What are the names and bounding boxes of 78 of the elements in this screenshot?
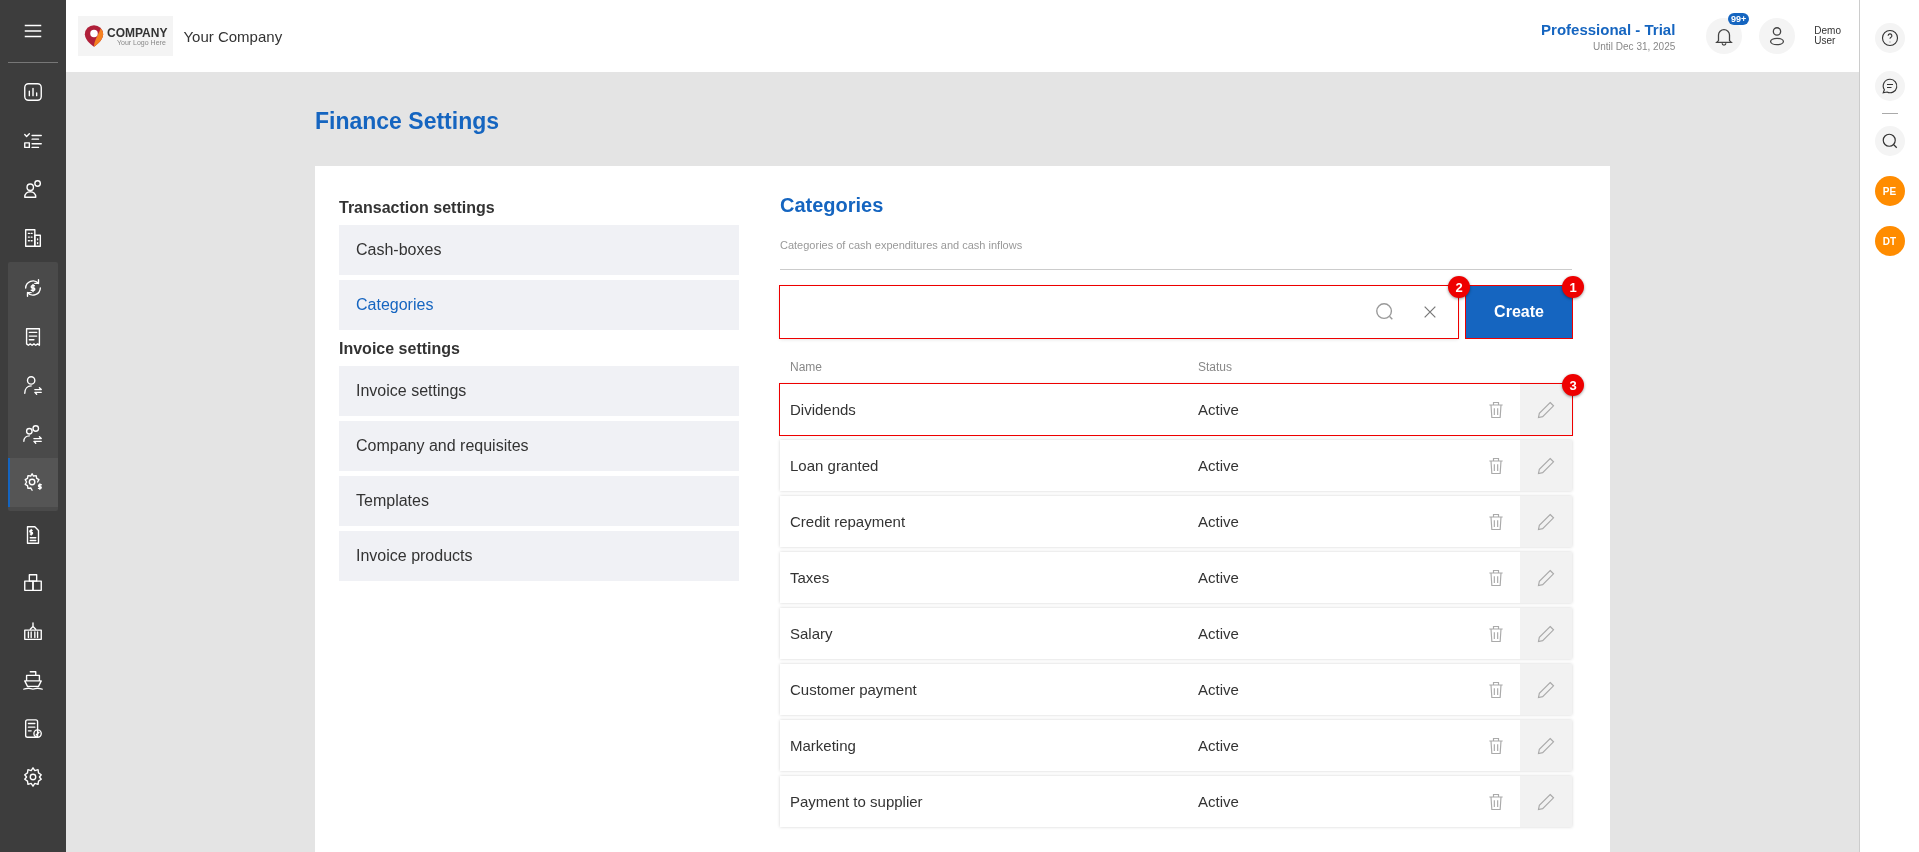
category-name: Customer payment <box>790 681 918 698</box>
menu-section-title: Invoice settings <box>339 340 461 358</box>
clear-icon <box>1422 304 1438 320</box>
trash-icon <box>1486 455 1506 476</box>
trash-icon <box>1486 567 1506 588</box>
settings-menu-item[interactable]: Invoice settings <box>339 366 739 416</box>
trash-icon <box>1486 735 1506 756</box>
category-name: Credit repayment <box>790 513 907 530</box>
pencil-icon <box>1536 791 1556 812</box>
pencil-icon <box>1536 623 1556 644</box>
notification-count: 99+ <box>1728 13 1750 25</box>
settings-menu-item[interactable]: Cash-boxes <box>339 225 739 275</box>
pencil-icon <box>1536 679 1556 700</box>
crate-icon <box>22 620 44 643</box>
settings-menu-item[interactable]: Templates <box>339 476 739 526</box>
pin-icon <box>84 24 104 48</box>
dollar-cycle-icon <box>22 277 44 300</box>
nav-item[interactable] <box>8 458 58 507</box>
plan-expiry: Until Dec 31, 2025 <box>1593 40 1676 52</box>
pencil-icon <box>1536 399 1556 420</box>
person-transfer-icon <box>22 374 44 397</box>
category-status: Active <box>1198 625 1240 642</box>
settings-menu-item[interactable]: Categories <box>339 280 739 330</box>
plan-name[interactable]: Professional - Trial <box>1541 20 1676 38</box>
pencil-icon <box>1536 567 1556 588</box>
menu-section-title: Transaction settings <box>339 199 496 217</box>
page-title: Finance Settings <box>315 108 501 135</box>
category-status: Active <box>1198 681 1240 698</box>
user-button[interactable] <box>1759 18 1796 54</box>
column-header: Status <box>1198 360 1234 374</box>
category-status: Active <box>1198 401 1240 418</box>
category-status: Active <box>1198 793 1240 810</box>
category-name: Loan granted <box>790 457 880 474</box>
logo-name: COMPANY <box>107 26 168 39</box>
category-status: Active <box>1198 513 1240 530</box>
company-name: Your Company <box>183 27 283 45</box>
trash-icon <box>1486 623 1506 644</box>
pencil-icon <box>1536 455 1556 476</box>
user-last-name: User <box>1814 36 1837 46</box>
people-icon <box>22 178 44 201</box>
calculator-icon <box>22 717 44 740</box>
section-title: Categories <box>780 194 885 217</box>
category-name: Payment to supplier <box>790 793 924 810</box>
category-name: Salary <box>790 625 834 642</box>
search-field[interactable] <box>780 286 1458 338</box>
category-name: Dividends <box>790 401 857 418</box>
chat-icon <box>1880 77 1899 95</box>
ship-icon <box>22 669 44 692</box>
settings-icon <box>22 766 44 789</box>
settings-menu-item[interactable]: Invoice products <box>339 531 739 581</box>
category-status: Active <box>1198 569 1240 586</box>
gear-dollar-icon <box>22 471 44 494</box>
category-name: Taxes <box>790 569 831 586</box>
category-name: Marketing <box>790 737 857 754</box>
settings-menu-item[interactable]: Company and requisites <box>339 421 739 471</box>
trash-icon <box>1486 791 1506 812</box>
edit-button[interactable] <box>1520 384 1572 435</box>
trash-icon <box>1486 511 1506 532</box>
building-icon <box>22 226 44 249</box>
category-status: Active <box>1198 737 1240 754</box>
help-icon <box>1880 29 1899 47</box>
annotation-marker: 1 <box>1562 276 1584 298</box>
search-button[interactable] <box>1874 126 1905 156</box>
trash-icon <box>1486 399 1506 420</box>
trash-icon <box>1486 679 1506 700</box>
category-status: Active <box>1198 457 1240 474</box>
chat-button[interactable] <box>1874 71 1905 101</box>
user-first-name: Demo <box>1814 26 1841 36</box>
annotation-marker: 3 <box>1562 374 1584 396</box>
dashboard-icon <box>22 81 44 104</box>
pencil-icon <box>1536 735 1556 756</box>
column-header: Name <box>790 360 823 374</box>
annotation-marker: 2 <box>1448 276 1470 298</box>
search-icon <box>1880 132 1899 150</box>
people-transfer-icon <box>22 422 44 445</box>
pencil-icon <box>1536 511 1556 532</box>
section-subtitle: Categories of cash expenditures and cash inflows <box>780 239 1024 251</box>
help-button[interactable] <box>1874 23 1905 53</box>
